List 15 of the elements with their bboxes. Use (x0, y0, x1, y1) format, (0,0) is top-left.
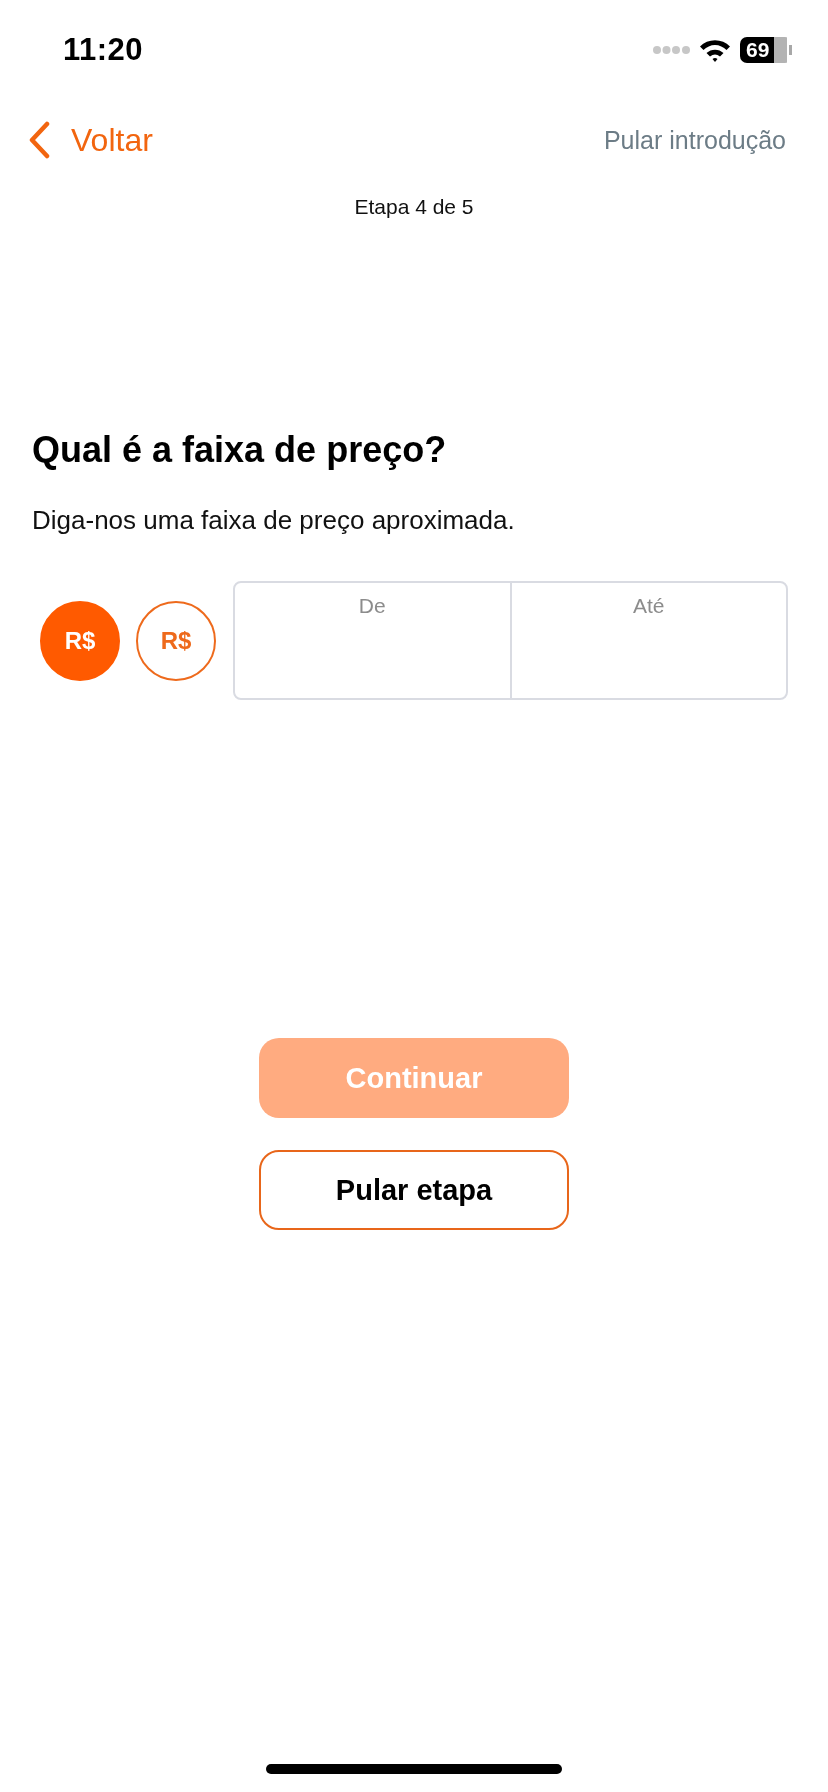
skip-intro-link[interactable]: Pular introdução (603, 125, 786, 155)
chevron-left-icon (27, 121, 51, 159)
skip-step-button[interactable]: Pular etapa (259, 1150, 569, 1230)
max-price-field[interactable]: Até (509, 583, 786, 698)
currency-option[interactable]: R$ (40, 600, 120, 681)
battery-indicator: 69 (740, 37, 792, 63)
currency-option[interactable]: R$ (136, 600, 216, 681)
wifi-icon (699, 38, 731, 62)
signal-dots-icon (653, 46, 690, 54)
min-price-field[interactable]: De (235, 583, 510, 698)
back-button[interactable]: Voltar (27, 121, 153, 159)
question-subtitle: Diga-nos uma faixa de preço aproximada. (31, 505, 516, 535)
status-time: 11:20 (63, 32, 144, 68)
question-title: Qual é a faixa de preço? (31, 430, 448, 470)
step-indicator: Etapa 4 de 5 (353, 194, 475, 220)
